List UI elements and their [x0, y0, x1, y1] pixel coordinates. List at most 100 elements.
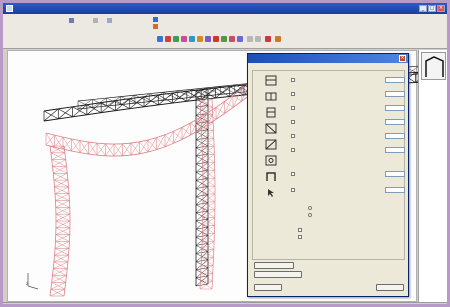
- frame-section-icon: [265, 75, 277, 86]
- option-checkbox[interactable]: [291, 92, 295, 96]
- material-tool-icon[interactable]: [205, 36, 211, 42]
- results-tool-icon[interactable]: [221, 36, 227, 42]
- option-checkbox[interactable]: [291, 120, 295, 124]
- truss-member: [79, 152, 89, 155]
- option-value-field[interactable]: [385, 119, 405, 125]
- option-row[interactable]: [291, 91, 407, 97]
- column-section-icon: [266, 107, 276, 118]
- property-item[interactable]: [421, 138, 446, 141]
- print-tool-icon[interactable]: [255, 36, 261, 42]
- property-item[interactable]: [421, 183, 446, 186]
- pointer-icon: [268, 189, 274, 197]
- option-checkbox[interactable]: [291, 78, 295, 82]
- portal-frame-icon: [425, 56, 444, 77]
- option-value-field[interactable]: [385, 91, 405, 97]
- truss-member: [54, 136, 64, 148]
- options-dialog: ×: [247, 53, 409, 297]
- option-value-field[interactable]: [385, 77, 405, 83]
- option-row[interactable]: [291, 147, 407, 153]
- property-item[interactable]: [421, 84, 446, 87]
- option-value-field[interactable]: [385, 147, 405, 153]
- option-row[interactable]: [291, 133, 407, 139]
- truss-member: [164, 142, 174, 148]
- truss-member: [71, 150, 81, 154]
- option-row[interactable]: [291, 187, 407, 193]
- truss-member: [65, 159, 67, 167]
- option-checkbox[interactable]: [291, 188, 295, 192]
- property-item[interactable]: [421, 147, 446, 150]
- truss-member: [96, 142, 106, 145]
- purlin-section-icon: [265, 155, 277, 166]
- property-item[interactable]: [421, 156, 446, 159]
- rotate-icon[interactable]: [153, 24, 158, 29]
- truss-member: [52, 173, 55, 181]
- delete-tool-icon[interactable]: [265, 36, 271, 42]
- truss-member: [53, 180, 55, 187]
- file-icon[interactable]: [69, 18, 74, 23]
- property-item[interactable]: [421, 102, 446, 105]
- option-checkbox[interactable]: [291, 134, 295, 138]
- truss-member: [51, 159, 53, 167]
- minimize-button[interactable]: _: [419, 5, 427, 12]
- property-item[interactable]: [421, 174, 446, 177]
- truss-member: [66, 166, 68, 174]
- truss-section-icon: [265, 139, 277, 150]
- option-checkbox[interactable]: [291, 106, 295, 110]
- maximize-button[interactable]: □: [428, 5, 436, 12]
- option-value-field[interactable]: [385, 133, 405, 139]
- edit-icon[interactable]: [93, 18, 98, 23]
- portal-section-icon: [266, 172, 276, 181]
- property-item[interactable]: [421, 93, 446, 96]
- truss-member: [51, 275, 67, 283]
- option-checkbox[interactable]: [291, 172, 295, 176]
- truss-member: [79, 140, 89, 143]
- truss-member: [215, 95, 230, 99]
- support-tool-icon[interactable]: [181, 36, 187, 42]
- cancel-button[interactable]: [376, 284, 404, 291]
- option-row[interactable]: [291, 105, 407, 111]
- truss-member: [52, 261, 55, 269]
- report-tool-icon[interactable]: [247, 36, 253, 42]
- frame-thumbnail[interactable]: [421, 52, 446, 80]
- truss-member: [88, 153, 98, 156]
- section-tool-icon[interactable]: [197, 36, 203, 42]
- truss-member: [96, 154, 106, 157]
- calculate-tool-icon[interactable]: [213, 36, 219, 42]
- pan-icon[interactable]: [153, 17, 158, 22]
- property-item[interactable]: [421, 165, 446, 168]
- node-tool-icon[interactable]: [165, 36, 171, 42]
- property-item[interactable]: [421, 120, 446, 123]
- view-icon[interactable]: [107, 18, 112, 23]
- option-value-field[interactable]: [385, 187, 405, 193]
- option-checkbox[interactable]: [291, 148, 295, 152]
- close-window-button[interactable]: ×: [437, 5, 445, 12]
- truss-member: [50, 152, 53, 160]
- radio-button[interactable]: [308, 205, 312, 210]
- checkbox[interactable]: [298, 234, 302, 239]
- select-tool-icon[interactable]: [157, 36, 163, 42]
- help-tool-icon[interactable]: [275, 36, 281, 42]
- ok-button[interactable]: [254, 284, 282, 291]
- load-tool-icon[interactable]: [189, 36, 195, 42]
- truss-member: [63, 289, 66, 297]
- truss-member: [139, 151, 149, 155]
- combinations-button[interactable]: [254, 271, 302, 278]
- property-item[interactable]: [421, 129, 446, 132]
- checkbox[interactable]: [298, 227, 302, 232]
- apply-button[interactable]: [254, 262, 294, 269]
- truss-member: [122, 142, 132, 145]
- option-row[interactable]: [291, 171, 407, 177]
- truss-member: [164, 130, 174, 136]
- truss-member: [139, 139, 149, 154]
- dialog-close-button[interactable]: ×: [399, 55, 406, 62]
- option-value-field[interactable]: [385, 105, 405, 111]
- option-row[interactable]: [291, 119, 407, 125]
- radio-button[interactable]: [308, 212, 312, 217]
- deformation-tool-icon[interactable]: [229, 36, 235, 42]
- truss-member: [52, 268, 54, 276]
- option-row[interactable]: [291, 77, 407, 83]
- property-item[interactable]: [421, 111, 446, 114]
- bar-tool-icon[interactable]: [173, 36, 179, 42]
- diagram-tool-icon[interactable]: [237, 36, 243, 42]
- option-value-field[interactable]: [385, 171, 405, 177]
